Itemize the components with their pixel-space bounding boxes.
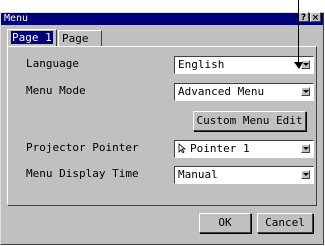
- title-bar-buttons: ? ×: [298, 12, 321, 23]
- projector-pointer-label: Projector Pointer: [26, 141, 139, 154]
- menu-dialog: Menu ? × Page 1 Page 2 Language English …: [0, 12, 324, 245]
- tab-page-2[interactable]: Page 2: [58, 30, 102, 60]
- window-title: Menu: [4, 13, 29, 24]
- menu-mode-select[interactable]: Advanced Menu: [174, 83, 314, 101]
- ok-button[interactable]: OK: [199, 213, 251, 233]
- language-select[interactable]: English: [174, 56, 314, 74]
- projector-pointer-select[interactable]: Pointer 1: [174, 140, 314, 158]
- settings-panel: Language English Menu Mode Advanced Menu…: [7, 46, 317, 206]
- tab-page-1[interactable]: Page 1: [7, 29, 57, 46]
- chevron-down-icon[interactable]: [301, 170, 310, 179]
- screen: Menu ? × Page 1 Page 2 Language English …: [0, 0, 325, 246]
- menu-display-time-select[interactable]: Manual: [174, 166, 314, 184]
- projector-pointer-value: Pointer 1: [190, 142, 250, 155]
- close-button[interactable]: ×: [310, 12, 321, 23]
- menu-mode-label: Menu Mode: [26, 84, 86, 97]
- language-value: English: [178, 58, 225, 71]
- chevron-down-icon[interactable]: [301, 87, 310, 96]
- language-label: Language: [26, 57, 79, 70]
- custom-menu-edit-button[interactable]: Custom Menu Edit: [193, 111, 306, 131]
- cancel-button[interactable]: Cancel: [257, 213, 313, 233]
- menu-display-time-label: Menu Display Time: [26, 167, 139, 180]
- menu-mode-value: Advanced Menu: [178, 85, 265, 98]
- pointer-arrow-icon: [178, 143, 187, 153]
- help-button[interactable]: ?: [298, 12, 309, 23]
- chevron-down-icon[interactable]: [301, 144, 310, 153]
- title-bar: Menu ? ×: [1, 12, 323, 25]
- callout-line: [298, 0, 299, 66]
- tab-page-1-label: Page 1: [11, 31, 53, 44]
- menu-display-time-value: Manual: [178, 168, 218, 181]
- callout-arrow-icon: [294, 62, 303, 69]
